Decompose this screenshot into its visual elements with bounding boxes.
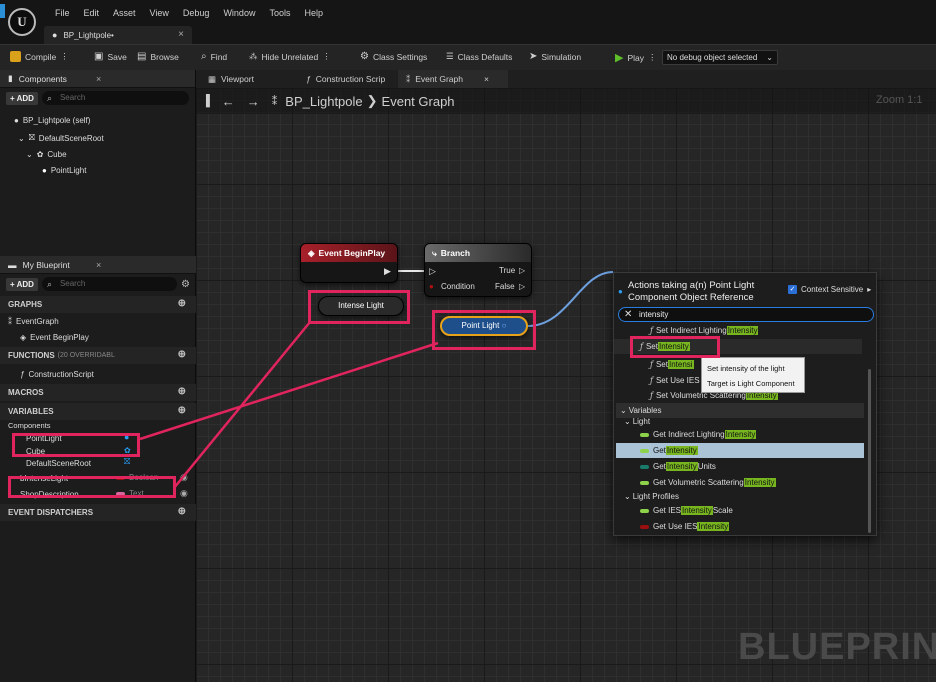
action-search-value: intensity [639,310,669,319]
function-icon: ƒ [650,326,653,335]
action-item[interactable]: Get Volumetric Scattering Intensity [614,475,776,490]
action-item[interactable]: ƒ Set Intensi [614,357,694,372]
action-menu-popup[interactable]: ● Actions taking a(n) Point Light Compon… [613,272,877,536]
clear-search-icon[interactable]: ✕ [624,308,632,321]
action-label-match: Intensity [726,326,759,335]
action-item[interactable]: Get Intensity Units [614,459,716,474]
object-wire [527,271,614,327]
tooltip-line: Target is Light Component [707,379,795,388]
exec-in-pin[interactable]: ▷ [429,266,436,277]
popup-scrollbar[interactable] [868,369,871,533]
annotation-box-pointlight-variable [12,433,140,457]
annotation-line [173,321,311,489]
event-icon: ◈ [308,247,315,258]
float-pill-icon [640,480,649,485]
action-label-prefix: Get Indirect Lighting [653,430,725,439]
annotation-box-point-light-node [432,310,536,350]
action-label-suffix: Units [697,462,716,471]
action-label-prefix: Get [653,446,666,455]
action-label-match: Intensity [724,430,757,439]
action-item[interactable]: Get Use IES Intensity [614,519,730,534]
branch-node[interactable]: ⤷ Branch ▷ True ▷ ● Condition False ▷ [424,243,532,297]
annotation-line [139,341,439,441]
context-sensitive-toggle[interactable]: ✓ Context Sensitive ▸ [788,285,871,294]
action-label-match: Intensity [665,462,698,471]
action-label-prefix: Set Indirect Lighting [655,326,727,335]
action-label-prefix: Get IES [653,506,682,515]
action-label-match: Intensity [665,446,698,455]
action-item[interactable]: ƒ Set Use IES [614,373,700,388]
action-label-match: Intensi [667,360,694,369]
true-exec-pin[interactable]: ▷ [519,266,525,275]
false-pin-label: False [495,282,515,291]
category-label: Light Profiles [632,492,679,501]
function-icon: ƒ [650,360,653,369]
condition-pin-label: Condition [441,282,475,291]
checkbox-icon: ✓ [788,285,797,294]
light-profiles-category[interactable]: ⌄ Light Profiles [614,489,679,504]
chevron-down-icon: ⌄ [624,492,631,501]
context-sensitive-label: Context Sensitive [801,285,864,294]
annotation-box-intense-light-node [308,290,410,324]
action-item-get-intensity[interactable]: Get Intensity [616,443,864,458]
condition-pin-icon[interactable]: ● [429,282,434,291]
node-header: ⤷ Branch [425,244,531,262]
branch-icon: ⤷ [432,247,437,258]
boolean-pill-icon [640,524,649,529]
action-label-prefix: Get Use IES [653,522,698,531]
action-label-prefix: Get [653,462,666,471]
false-exec-pin[interactable]: ▷ [519,282,525,291]
node-title: Event BeginPlay [318,248,386,258]
tooltip-line: Set intensity of the light [707,364,785,373]
true-pin-label: True [499,266,516,275]
node-header: ◈ Event BeginPlay [301,244,397,262]
event-beginplay-node[interactable]: ◈ Event BeginPlay ▶ [300,243,398,283]
action-item[interactable]: Get IES Intensity Scale [614,503,733,518]
action-label-match: Intensity [743,478,776,487]
action-label-match: Intensity [681,506,713,515]
action-label-prefix: Set Use IES [655,376,700,385]
float-pill-icon [640,432,649,437]
action-tooltip: Set intensity of the light Target is Lig… [701,357,805,393]
enum-pill-icon [640,464,649,469]
float-pill-icon [640,448,649,453]
action-label-match: Intensity [697,522,730,531]
variables-category[interactable]: ⌄ Variables [616,403,864,418]
function-icon: ƒ [650,391,653,400]
annotation-box-bintenselight-variable [8,476,176,498]
action-label-suffix: Scale [712,506,733,515]
popup-title: Actions taking a(n) Point Light Componen… [628,280,755,303]
action-label-prefix: Get Volumetric Scattering [653,478,744,487]
exec-out-pin[interactable]: ▶ [384,266,391,277]
category-label: Light [632,417,651,426]
annotation-box-set-intensity [630,336,720,358]
node-title: Branch [440,248,471,258]
action-item[interactable]: Get Indirect Lighting Intensity [614,427,757,442]
function-icon: ƒ [650,376,653,385]
action-search-input[interactable]: ✕ intensity [618,307,874,322]
chevron-right-icon: ▸ [867,285,872,294]
action-label-prefix: Set [655,360,668,369]
info-dot-icon: ● [618,287,623,296]
chevron-down-icon: ⌄ [624,417,631,426]
float-pill-icon [640,508,649,513]
